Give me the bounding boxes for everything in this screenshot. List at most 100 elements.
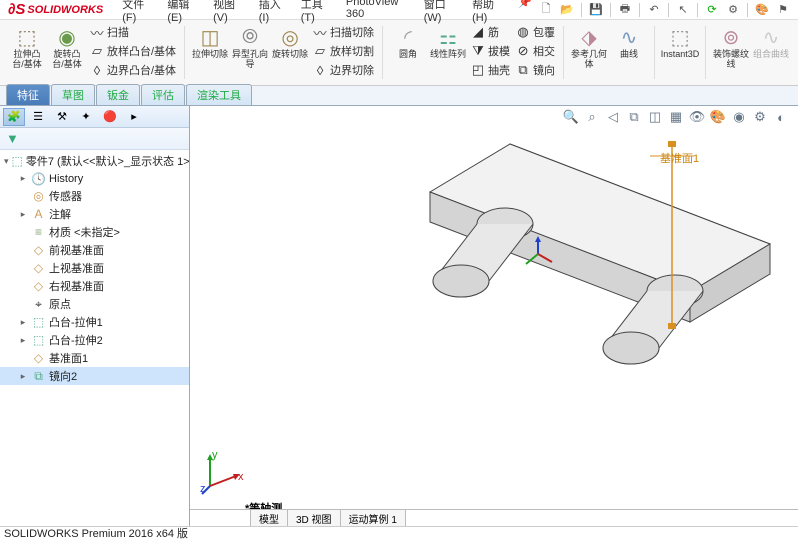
shell-icon: ◰ [471, 63, 485, 77]
save-icon[interactable]: 💾 [587, 2, 605, 18]
apply-scene-icon[interactable]: ◉ [730, 108, 748, 126]
tree-top-plane[interactable]: ◇ 上视基准面 [0, 259, 189, 277]
command-manager-tabs: 特征 草图 钣金 评估 渲染工具 [0, 86, 798, 106]
expand-tab-icon[interactable]: ▸ [123, 108, 145, 126]
extrude-boss-button[interactable]: ⬚ 拉伸凸台/基体 [7, 23, 47, 79]
expander-icon[interactable]: ▾ [4, 156, 9, 167]
rebuild-icon[interactable]: ⟳ [703, 2, 721, 18]
thread-button[interactable]: ⊚ 装饰螺纹线 [711, 23, 751, 71]
hide-show-icon[interactable]: 👁 [688, 108, 706, 126]
new-doc-icon[interactable]: 🗋 [537, 2, 555, 18]
flag-icon[interactable]: ⚑ [774, 2, 792, 18]
expander-icon[interactable]: ▸ [18, 173, 28, 184]
tab-evaluate[interactable]: 评估 [141, 84, 185, 105]
curves-button[interactable]: ∿ 曲线 [609, 23, 649, 71]
tree-right-plane[interactable]: ◇ 右视基准面 [0, 277, 189, 295]
plane-icon: ◇ [31, 351, 46, 366]
btab-3dview[interactable]: 3D 视图 [288, 510, 341, 527]
tab-feature[interactable]: 特征 [6, 84, 50, 105]
manager-tabs: 🧩 ☰ ⚒ ✦ 🔴 ▸ [0, 106, 189, 128]
expander-icon[interactable]: ▸ [18, 371, 28, 382]
tree-boss2[interactable]: ▸ ⬚ 凸台-拉伸2 [0, 331, 189, 349]
display-style-icon[interactable]: ▦ [667, 108, 685, 126]
boundary-boss-button[interactable]: ◊边界凸台/基体 [87, 61, 179, 79]
extrude-cut-button[interactable]: ◫ 拉伸切除 [190, 23, 230, 79]
print-icon[interactable]: 🖶 [616, 2, 634, 18]
dimxpert-tab-icon[interactable]: ✦ [75, 108, 97, 126]
previous-view-icon[interactable]: ◁ [604, 108, 622, 126]
quick-access-toolbar: 🗋 📂 💾 🖶 ↶ ↖ ⟳ ⚙ 🎨 ⚑ [537, 2, 798, 18]
intersect-button[interactable]: ⊘相交 [513, 42, 558, 60]
view-orientation-icon[interactable]: ◫ [646, 108, 664, 126]
btab-model[interactable]: 模型 [250, 510, 288, 527]
tree-boss1[interactable]: ▸ ⬚ 凸台-拉伸1 [0, 313, 189, 331]
tree-origin[interactable]: ⌖ 原点 [0, 295, 189, 313]
tab-sheet-metal[interactable]: 钣金 [96, 84, 140, 105]
view-settings-icon[interactable]: ⚙ [751, 108, 769, 126]
tree-plane1[interactable]: ◇ 基准面1 [0, 349, 189, 367]
tab-sketch[interactable]: 草图 [51, 84, 95, 105]
sweep-button[interactable]: 〰扫描 [87, 23, 179, 41]
ref-geom-button[interactable]: ⬗ 参考几何体 [569, 23, 609, 71]
tree-history[interactable]: ▸ 🕓 History [0, 170, 189, 187]
rib-button[interactable]: ◢筋 [468, 23, 513, 41]
boss-icon: ⬚ [31, 333, 46, 348]
section-view-icon[interactable]: ⧉ [625, 108, 643, 126]
select-icon[interactable]: ↖ [674, 2, 692, 18]
sensors-icon: ◎ [31, 189, 46, 204]
ref-geom-icon: ⬗ [576, 24, 602, 50]
tree-root[interactable]: ▾ ⬚ 零件7 (默认<<默认>_显示状态 1>) [0, 152, 189, 170]
draft-button[interactable]: ⧩拔模 [468, 42, 513, 60]
fillet-icon: ◜ [395, 24, 421, 50]
tree-material[interactable]: ≡ 材质 <未指定> [0, 223, 189, 241]
expander-icon[interactable]: ▸ [18, 335, 28, 346]
plane-icon: ◇ [31, 243, 46, 258]
undo-icon[interactable]: ↶ [645, 2, 663, 18]
zoom-area-icon[interactable]: ⌕ [583, 108, 601, 126]
app-logo: ∂S SOLIDWORKS [0, 1, 111, 18]
loft-cut-button[interactable]: ▱放样切割 [310, 42, 377, 60]
open-doc-icon[interactable]: 📂 [558, 2, 576, 18]
composite-curve-icon: ∿ [758, 24, 784, 50]
sweep-cut-button[interactable]: 〰扫描切除 [310, 23, 377, 41]
revolve-boss-button[interactable]: ◉ 旋转凸台/基体 [47, 23, 87, 79]
wrap-button[interactable]: ◍包覆 [513, 23, 558, 41]
filter-icon[interactable]: ▼ [6, 131, 19, 146]
linear-pattern-icon: ⚏ [435, 24, 461, 50]
curves-icon: ∿ [616, 24, 642, 50]
svg-text:y: y [212, 449, 218, 461]
feature-manager-tab-icon[interactable]: 🧩 [3, 108, 25, 126]
loft-boss-button[interactable]: ▱放样凸台/基体 [87, 42, 179, 60]
zoom-fit-icon[interactable]: 🔍 [562, 108, 580, 126]
hole-wizard-button[interactable]: ⦾ 异型孔向导 [230, 23, 270, 79]
expander-icon[interactable]: ▸ [18, 317, 28, 328]
instant3d-button[interactable]: ⬚ Instant3D [660, 23, 700, 61]
shell-button[interactable]: ◰抽壳 [468, 61, 513, 79]
config-manager-tab-icon[interactable]: ⚒ [51, 108, 73, 126]
tree-filter-bar: ▼ [0, 128, 189, 150]
btab-motion[interactable]: 运动算例 1 [341, 510, 406, 527]
history-icon: 🕓 [31, 171, 46, 186]
tree-annotations[interactable]: ▸ A 注解 [0, 205, 189, 223]
tree-front-plane[interactable]: ◇ 前视基准面 [0, 241, 189, 259]
render-preview-icon[interactable]: ◐ [772, 108, 790, 126]
options-icon[interactable]: ⚙ [724, 2, 742, 18]
linear-pattern-button[interactable]: ⚏ 线性阵列 [428, 23, 468, 79]
edit-appearance-icon[interactable]: 🎨 [709, 108, 727, 126]
fillet-button[interactable]: ◜ 圆角 [388, 23, 428, 79]
tab-render[interactable]: 渲染工具 [186, 84, 252, 105]
plane-icon: ◇ [31, 279, 46, 294]
mirror-button[interactable]: ⧉镜向 [513, 61, 558, 79]
boundary-cut-icon: ◊ [313, 63, 327, 77]
appearance-icon[interactable]: 🎨 [753, 2, 771, 18]
status-bar: SOLIDWORKS Premium 2016 x64 版 [0, 526, 798, 540]
svg-text:z: z [200, 483, 206, 495]
graphics-viewport[interactable]: 🔍 ⌕ ◁ ⧉ ◫ ▦ 👁 🎨 ◉ ⚙ ◐ [190, 106, 798, 526]
tree-mirror2[interactable]: ▸ ⧉ 镜向2 [0, 367, 189, 385]
tree-sensors[interactable]: ◎ 传感器 [0, 187, 189, 205]
boundary-cut-button[interactable]: ◊边界切除 [310, 61, 377, 79]
expander-icon[interactable]: ▸ [18, 209, 28, 220]
appearance-tab-icon[interactable]: 🔴 [99, 108, 121, 126]
revolve-cut-button[interactable]: ◎ 旋转切除 [270, 23, 310, 79]
property-manager-tab-icon[interactable]: ☰ [27, 108, 49, 126]
